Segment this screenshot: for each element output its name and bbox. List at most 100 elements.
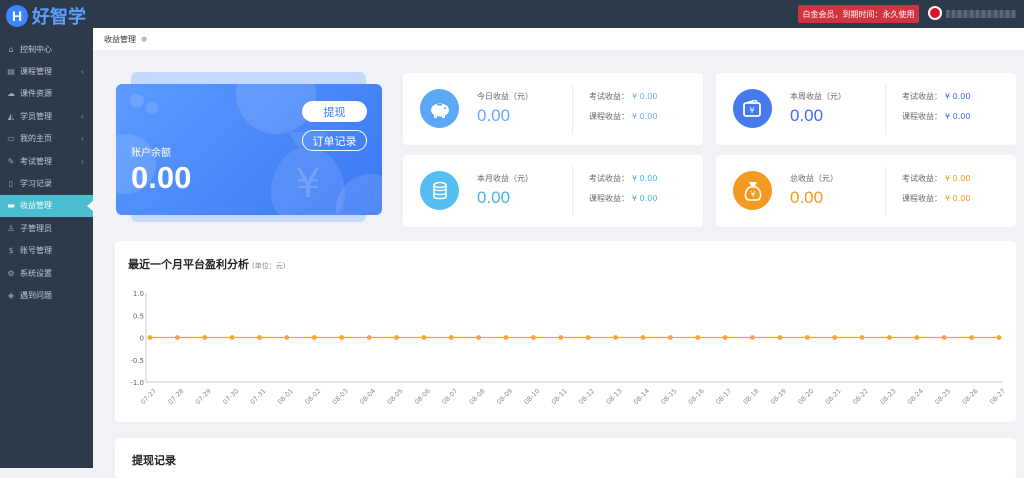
sidebar-item-4[interactable]: ▭ 我的主页 ‹	[0, 128, 93, 150]
withdraw-records-title: 提现记录	[132, 454, 176, 467]
data-point	[147, 335, 153, 340]
week-course-row: 课程收益： ¥ 0.00	[902, 111, 970, 122]
username-blurred[interactable]	[946, 10, 1016, 18]
data-point	[257, 335, 262, 340]
decor-bubble	[146, 102, 158, 114]
week-value: 0.00	[790, 106, 824, 125]
exam-icon: ✎	[7, 156, 15, 166]
sidebar-item-label: 控制中心	[20, 44, 52, 54]
x-tick-label: 08-14	[632, 387, 651, 406]
breadcrumb-current[interactable]: 收益管理	[104, 34, 136, 45]
data-point	[859, 335, 865, 340]
sidebar-item-3[interactable]: ◭ 学员管理 ‹	[0, 105, 93, 127]
x-tick-label: 08-01	[276, 387, 295, 406]
divider	[885, 84, 886, 134]
withdraw-button[interactable]: 提现	[302, 101, 367, 122]
breadcrumb: 收益管理 ●	[93, 28, 1024, 50]
x-tick-label: 07-31	[249, 387, 268, 406]
data-point	[311, 335, 317, 340]
x-tick-label: 07-30	[221, 387, 240, 406]
data-point	[887, 335, 892, 340]
sidebar-item-11[interactable]: ◈ 遇到问题	[0, 284, 93, 306]
x-tick-label: 08-22	[851, 387, 870, 406]
sidebar-item-6[interactable]: ▯ 学习记录	[0, 172, 93, 194]
divider	[572, 84, 573, 134]
today-course-value: ¥ 0.00	[632, 112, 658, 121]
profit-chart-card: 最近一个月平台盈利分析 (单位：元) 1.0 0.5 0 -0.5 -1.0 07-27 07…	[115, 241, 1016, 422]
divider	[572, 166, 573, 216]
logo-badge: H	[6, 5, 28, 27]
coins-icon	[420, 171, 459, 210]
sidebar-item-9[interactable]: $ 账号管理	[0, 240, 93, 262]
vip-badge[interactable]: 白金会员，到期时间：永久使用	[798, 5, 919, 23]
month-exam-label: 考试收益：	[589, 174, 629, 183]
x-tick-label: 08-06	[413, 387, 432, 406]
sidebar-item-8[interactable]: ♙ 子管理员	[0, 217, 93, 239]
x-tick-label: 08-23	[879, 387, 898, 406]
today-title: 今日收益（元）	[477, 92, 533, 101]
data-point	[448, 335, 454, 340]
data-point	[777, 335, 783, 340]
sidebar-item-5[interactable]: ✎ 考试管理 ‹	[0, 150, 93, 172]
record-icon: ▯	[8, 179, 14, 189]
window-icon: ▭	[7, 134, 15, 144]
week-course-value: ¥ 0.00	[945, 112, 971, 121]
cloud-icon: ☁	[7, 89, 15, 99]
month-value: 0.00	[477, 188, 511, 207]
logo[interactable]: H 好智学	[6, 3, 86, 29]
data-point	[914, 335, 920, 340]
data-point	[941, 335, 947, 340]
order-records-button[interactable]: 订单记录	[302, 130, 367, 151]
x-tick-label: 07-28	[166, 387, 185, 406]
avatar[interactable]	[928, 6, 942, 20]
sidebar-item-0[interactable]: ⌂ 控制中心	[0, 38, 93, 60]
sidebar-item-label: 系统设置	[20, 268, 52, 278]
sidebar-item-2[interactable]: ☁ 课件资源	[0, 83, 93, 105]
week-title: 本周收益（元）	[790, 92, 846, 101]
data-point	[558, 335, 564, 340]
profit-line-chart[interactable]: 1.0 0.5 0 -0.5 -1.007-27 07-28 07-29 07-30 07-31…	[115, 241, 1016, 422]
x-tick-label: 08-04	[358, 387, 377, 406]
today-course-row: 课程收益： ¥ 0.00	[589, 111, 657, 122]
svg-text:¥: ¥	[750, 190, 755, 199]
y-tick-label: 0	[140, 335, 144, 343]
today-exam-value: ¥ 0.00	[632, 92, 658, 101]
x-tick-label: 08-08	[468, 387, 487, 406]
money-bag-watermark-icon: ¥	[271, 132, 345, 215]
x-tick-label: 08-17	[714, 387, 733, 406]
stat-card-today: 今日收益（元） 0.00 考试收益： ¥ 0.00 课程收益： ¥ 0.00	[403, 73, 703, 145]
data-point	[695, 335, 701, 340]
week-exam-row: 考试收益： ¥ 0.00	[902, 91, 970, 102]
x-tick-label: 08-11	[550, 387, 569, 406]
close-tab-icon[interactable]: ●	[141, 35, 147, 43]
x-tick-label: 08-26	[961, 387, 980, 406]
user-icon: ♙	[7, 223, 15, 233]
y-tick-label: -1.0	[130, 379, 144, 387]
sidebar-item-label: 学员管理	[20, 111, 52, 121]
sidebar-item-label: 账号管理	[20, 246, 52, 256]
money-bag-icon: ¥	[733, 171, 772, 210]
wallet-icon: ¥	[733, 89, 772, 128]
sidebar-item-10[interactable]: ⚙ 系统设置	[0, 262, 93, 284]
sidebar-item-7[interactable]: ▬ 收益管理	[0, 194, 93, 218]
data-point	[503, 335, 509, 340]
data-point	[832, 335, 838, 340]
sidebar-item-label: 考试管理	[20, 156, 52, 166]
data-point	[585, 335, 591, 340]
x-tick-label: 08-13	[605, 387, 624, 406]
graduation-cap-icon: ◭	[7, 111, 15, 121]
x-tick-label: 08-09	[495, 387, 514, 406]
data-point	[476, 335, 482, 340]
x-tick-label: 08-07	[440, 387, 459, 406]
chevron-left-icon: ‹	[80, 156, 84, 166]
x-tick-label: 08-02	[303, 387, 322, 406]
stat-card-total: ¥ 总收益（元） 0.00 考试收益： ¥ 0.00 课程收益： ¥ 0.00	[716, 155, 1016, 227]
book-icon: ▤	[7, 67, 15, 77]
sidebar-item-1[interactable]: ▤ 课程管理 ‹	[0, 60, 93, 82]
x-tick-label: 08-24	[906, 387, 925, 406]
data-point	[804, 335, 810, 340]
today-course-label: 课程收益：	[589, 112, 629, 121]
app-name: 好智学	[32, 7, 86, 28]
total-exam-row: 考试收益： ¥ 0.00	[902, 173, 970, 184]
